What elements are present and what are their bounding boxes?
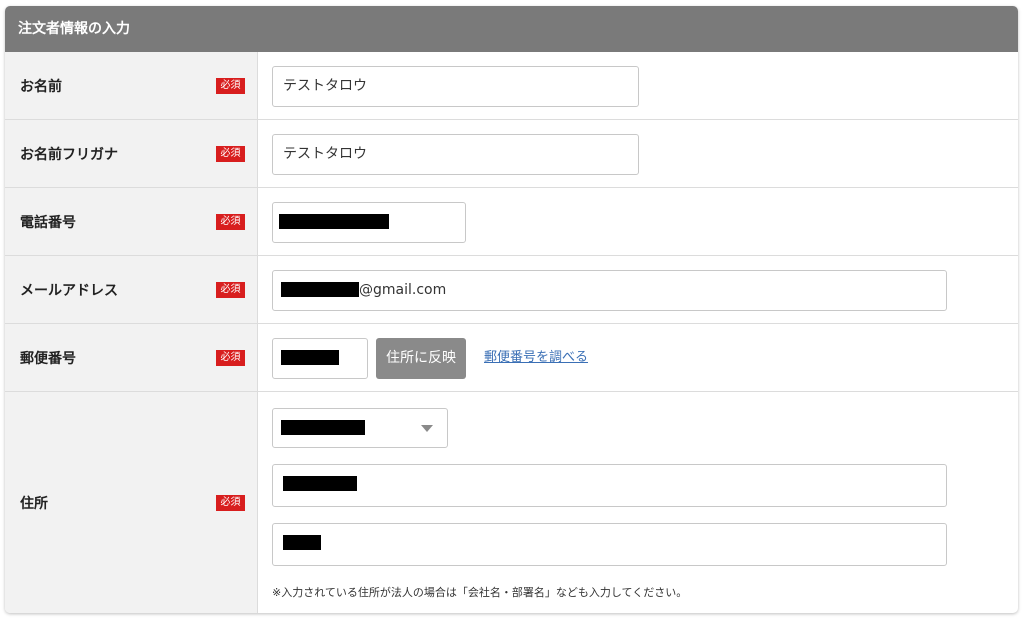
orderer-info-panel: 注文者情報の入力 お名前 必須 テストタロウ お名前フリガナ 必須 テストタロウ… <box>5 6 1018 613</box>
email-domain: @gmail.com <box>359 282 447 298</box>
required-badge: 必須 <box>216 145 245 162</box>
required-badge: 必須 <box>216 77 245 94</box>
redacted-value <box>279 213 389 229</box>
required-badge: 必須 <box>216 281 245 298</box>
redacted-value <box>283 475 357 491</box>
row-name: お名前 必須 テストタロウ <box>5 52 1018 120</box>
section-title: 注文者情報の入力 <box>5 6 1018 52</box>
required-badge: 必須 <box>216 213 245 230</box>
field-label: 住所 <box>20 495 48 512</box>
chevron-down-icon <box>421 425 433 432</box>
address-line2-input[interactable] <box>272 523 947 566</box>
address-note: ※入力されている住所が法人の場合は「会社名・部署名」なども入力してください。 <box>272 586 688 599</box>
row-address: 住所 必須 ※入力されている住所が法人の場合は「会社名・部署名」なども入力してく… <box>5 392 1018 613</box>
name-input[interactable]: テストタロウ <box>272 66 639 107</box>
redacted-value <box>281 419 365 435</box>
reflect-address-button[interactable]: 住所に反映 <box>376 338 466 379</box>
row-email: メールアドレス 必須 @gmail.com <box>5 256 1018 324</box>
field-label: お名前フリガナ <box>20 146 118 163</box>
field-label: メールアドレス <box>20 282 118 299</box>
redacted-value <box>283 534 321 550</box>
redacted-value <box>281 349 339 365</box>
row-name-kana: お名前フリガナ 必須 テストタロウ <box>5 120 1018 188</box>
postal-code-lookup-link[interactable]: 郵便番号を調べる <box>484 350 588 366</box>
field-label: お名前 <box>20 78 62 95</box>
row-phone: 電話番号 必須 <box>5 188 1018 256</box>
label-cell: お名前フリガナ 必須 <box>5 120 258 187</box>
redacted-value <box>281 281 359 297</box>
postal-code-input[interactable] <box>272 338 368 379</box>
email-input[interactable]: @gmail.com <box>272 270 947 311</box>
required-badge: 必須 <box>216 494 245 511</box>
address-line1-input[interactable] <box>272 464 947 507</box>
row-postal-code: 郵便番号 必須 住所に反映 郵便番号を調べる <box>5 324 1018 392</box>
required-badge: 必須 <box>216 349 245 366</box>
field-label: 郵便番号 <box>20 350 76 367</box>
name-kana-input[interactable]: テストタロウ <box>272 134 639 175</box>
label-cell: 住所 必須 <box>5 392 258 613</box>
phone-input[interactable] <box>272 202 466 243</box>
prefecture-select[interactable] <box>272 408 448 448</box>
label-cell: メールアドレス 必須 <box>5 256 258 323</box>
field-label: 電話番号 <box>20 214 76 231</box>
label-cell: 郵便番号 必須 <box>5 324 258 391</box>
label-cell: 電話番号 必須 <box>5 188 258 255</box>
label-cell: お名前 必須 <box>5 52 258 119</box>
